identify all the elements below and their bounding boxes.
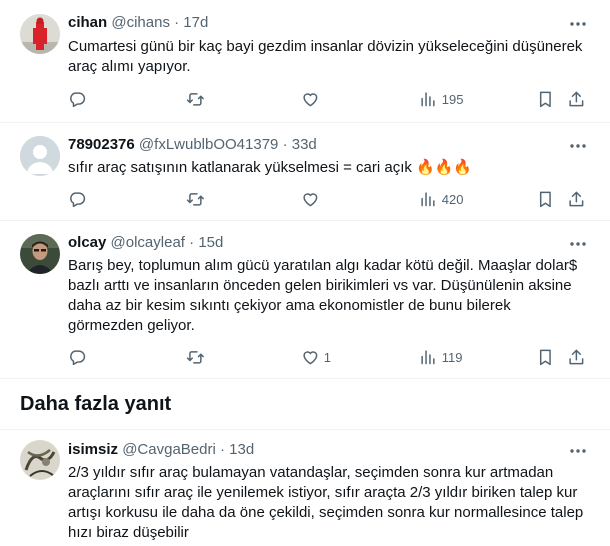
more-replies-heading: Daha fazla yanıt xyxy=(20,393,172,415)
tweet-header: cihan @cihans · 17d xyxy=(68,13,208,33)
avatar[interactable] xyxy=(20,14,60,54)
more-icon[interactable] xyxy=(568,441,588,461)
tweet-header: olcay @olcayleaf · 15d xyxy=(68,233,223,253)
views-button[interactable]: 195 xyxy=(419,89,463,109)
bookmark-button[interactable] xyxy=(536,347,555,367)
bookmark-icon xyxy=(539,91,551,107)
retweet-button[interactable] xyxy=(186,89,205,109)
like-icon xyxy=(303,192,318,206)
display-name[interactable]: cihan xyxy=(68,14,107,31)
reply-icon xyxy=(70,350,86,365)
retweet-icon xyxy=(186,92,204,106)
separator-dot: · xyxy=(282,136,288,153)
section-divider xyxy=(0,378,610,379)
retweet-icon xyxy=(186,192,204,206)
user-handle[interactable]: @olcayleaf xyxy=(111,234,185,251)
like-icon xyxy=(303,92,318,106)
views-icon xyxy=(421,192,435,206)
bookmark-button[interactable] xyxy=(536,89,555,109)
views-icon xyxy=(421,350,435,364)
reply-icon xyxy=(70,192,86,207)
avatar-image xyxy=(20,14,60,54)
tweet-text: Barış bey, toplumun alım gücü yaratılan … xyxy=(68,257,578,334)
separator-dot: · xyxy=(219,441,225,458)
views-button[interactable]: 420 xyxy=(419,189,463,209)
views-button[interactable]: 119 xyxy=(419,347,462,367)
like-button[interactable] xyxy=(301,89,324,109)
more-icon[interactable] xyxy=(568,234,588,254)
like-icon xyxy=(303,350,318,364)
separator-dot: · xyxy=(174,14,180,31)
action-bar: 1 119 xyxy=(60,347,590,367)
more-icon[interactable] xyxy=(568,14,588,34)
more-icon[interactable] xyxy=(568,136,588,156)
user-handle[interactable]: @CavgaBedri xyxy=(122,441,216,458)
tweet-header: 78902376 @fxLwublbOO41379 · 33d xyxy=(68,135,317,155)
tweet-3[interactable]: olcay @olcayleaf · 15d Barış bey, toplum… xyxy=(0,220,610,378)
action-bar: 195 xyxy=(60,89,590,109)
timestamp[interactable]: 15d xyxy=(198,234,223,251)
tweet-1[interactable]: cihan @cihans · 17d Cumartesi günü bir k… xyxy=(0,0,610,123)
reply-button[interactable] xyxy=(68,189,87,209)
tweet-2[interactable]: 78902376 @fxLwublbOO41379 · 33d sıfır ar… xyxy=(0,122,610,221)
share-icon xyxy=(569,349,584,364)
share-button[interactable] xyxy=(567,189,586,209)
retweet-button[interactable] xyxy=(186,347,205,367)
tweet-text: 2/3 yıldır sıfır araç bulamayan vatandaş… xyxy=(68,464,584,541)
avatar[interactable] xyxy=(20,440,60,480)
avatar[interactable] xyxy=(20,136,60,176)
retweet-icon xyxy=(186,350,204,364)
share-button[interactable] xyxy=(567,347,586,367)
bookmark-button[interactable] xyxy=(536,189,555,209)
share-button[interactable] xyxy=(567,89,586,109)
bookmark-icon xyxy=(539,349,551,365)
reply-button[interactable] xyxy=(68,347,87,367)
display-name[interactable]: isimsiz xyxy=(68,441,118,458)
user-handle[interactable]: @cihans xyxy=(111,14,170,31)
like-count: 1 xyxy=(323,349,331,365)
reply-icon xyxy=(70,92,86,107)
like-button[interactable] xyxy=(301,189,324,209)
default-avatar-icon xyxy=(20,136,60,176)
share-icon xyxy=(569,91,584,106)
views-count: 119 xyxy=(441,349,463,365)
retweet-button[interactable] xyxy=(186,189,205,209)
tweet-4[interactable]: isimsiz @CavgaBedri · 13d 2/3 yıldır sıf… xyxy=(0,430,610,546)
bookmark-icon xyxy=(539,191,551,207)
display-name[interactable]: 78902376 xyxy=(68,136,135,153)
avatar-image xyxy=(20,234,60,274)
tweet-text: Cumartesi günü bir kaç bayi gezdim insan… xyxy=(68,38,583,75)
separator-dot: · xyxy=(189,234,195,251)
avatar-image xyxy=(20,440,60,480)
share-icon xyxy=(569,191,584,206)
views-count: 195 xyxy=(441,91,464,107)
tweet-header: isimsiz @CavgaBedri · 13d xyxy=(68,440,254,460)
reply-button[interactable] xyxy=(68,89,87,109)
user-handle[interactable]: @fxLwublbOO41379 xyxy=(139,136,278,153)
tweet-text: sıfır araç satışının katlanarak yükselme… xyxy=(68,159,473,176)
display-name[interactable]: olcay xyxy=(68,234,106,251)
action-bar: 420 xyxy=(60,189,590,209)
like-button[interactable]: 1 xyxy=(301,347,331,367)
timestamp[interactable]: 33d xyxy=(292,136,317,153)
avatar[interactable] xyxy=(20,234,60,274)
views-icon xyxy=(421,92,435,106)
views-count: 420 xyxy=(441,191,464,207)
timestamp[interactable]: 17d xyxy=(183,14,208,31)
timestamp[interactable]: 13d xyxy=(229,441,254,458)
